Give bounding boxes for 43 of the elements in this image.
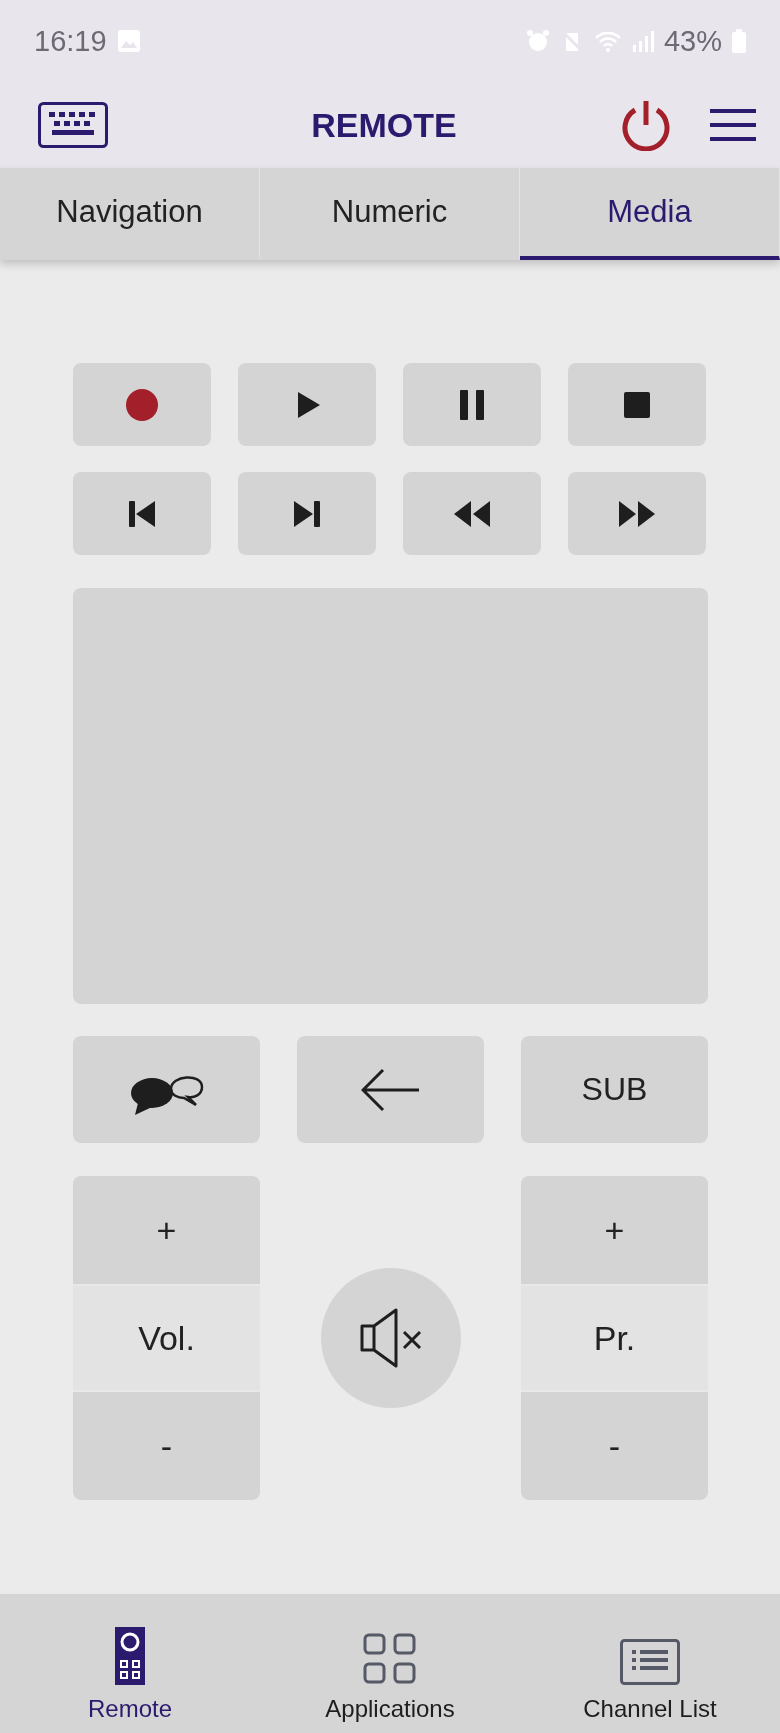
keyboard-icon [38, 102, 108, 148]
speaker-muted-icon [358, 1308, 423, 1368]
app-title: REMOTE [310, 105, 458, 145]
next-button[interactable] [238, 472, 376, 555]
forward-button[interactable] [568, 472, 706, 555]
status-time: 16:19 [34, 24, 107, 58]
wifi-icon [593, 29, 622, 53]
minus-button[interactable]: - [73, 1392, 260, 1500]
list-icon [620, 1639, 680, 1685]
remote-icon [115, 1627, 145, 1685]
nav-item[interactable]: Channel List [520, 1594, 780, 1733]
rocker-label: Vol. [73, 1284, 260, 1392]
power-button[interactable] [620, 99, 672, 151]
rocker-label: Pr. [521, 1284, 708, 1392]
keyboard-button[interactable] [38, 102, 108, 148]
signal-icon [631, 29, 654, 53]
power-icon [620, 99, 672, 151]
record-icon [124, 386, 160, 423]
plus-button[interactable]: + [521, 1176, 708, 1284]
nav-item[interactable]: Applications [260, 1594, 520, 1733]
alarm-icon [525, 29, 550, 53]
previous-button[interactable] [73, 472, 211, 555]
plus-button[interactable]: + [73, 1176, 260, 1284]
battery-percent: 43% [663, 24, 722, 58]
tab[interactable]: Numeric [260, 168, 520, 260]
rewind-button[interactable] [403, 472, 541, 555]
menu-icon [710, 108, 756, 142]
menu-button[interactable] [710, 108, 756, 142]
pause-button[interactable] [403, 363, 541, 446]
battery-icon [732, 29, 746, 53]
back-button[interactable] [297, 1036, 484, 1143]
grid-icon [363, 1633, 417, 1685]
stop-button[interactable] [568, 363, 706, 446]
nav-item[interactable]: Remote [0, 1594, 260, 1733]
back-arrow-icon [360, 1067, 421, 1112]
tab[interactable]: Navigation [0, 168, 260, 260]
chat-button[interactable] [73, 1036, 260, 1143]
image-icon [116, 29, 141, 53]
play-button[interactable] [238, 363, 376, 446]
record-button[interactable] [73, 363, 211, 446]
minus-button[interactable]: - [521, 1392, 708, 1500]
tab[interactable]: Media [520, 168, 780, 260]
subtitle-button[interactable]: SUB [521, 1036, 708, 1143]
